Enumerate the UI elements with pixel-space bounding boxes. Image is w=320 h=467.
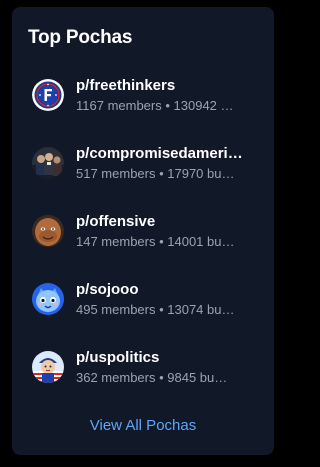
pocha-item-compromisedamerica[interactable]: p/compromisedameri… 517 members • 17970 …: [32, 135, 262, 191]
pocha-item-offensive[interactable]: p/offensive 147 members • 14001 bu…: [32, 203, 262, 259]
pocha-name: p/sojooo: [76, 281, 139, 298]
patriotic-cartoon-icon: [32, 351, 64, 383]
pocha-item-freethinkers[interactable]: p/freethinkers 1167 members • 130942 …: [32, 67, 262, 123]
pocha-stats: 147 members • 14001 bu…: [76, 234, 235, 249]
pocha-name: p/uspolitics: [76, 349, 160, 366]
blue-cartoon-icon: [32, 283, 64, 315]
face-photo-icon: [32, 215, 64, 247]
pocha-name: p/offensive: [76, 213, 156, 230]
pocha-item-sojooo[interactable]: p/sojooo 495 members • 13074 bu…: [32, 271, 262, 327]
pocha-item-uspolitics[interactable]: p/uspolitics 362 members • 9845 bu…: [32, 339, 262, 395]
group-photo-icon: [32, 147, 64, 179]
pocha-stats: 495 members • 13074 bu…: [76, 302, 235, 317]
pocha-stats: 362 members • 9845 bu…: [76, 370, 228, 385]
freethinkers-logo-icon: [32, 79, 64, 111]
pocha-name: p/freethinkers: [76, 77, 176, 94]
pocha-name: p/compromisedameri…: [76, 145, 243, 162]
pocha-stats: 1167 members • 130942 …: [76, 98, 234, 113]
card-title: Top Pochas: [28, 27, 133, 48]
top-pochas-card: Top Pochas p/freethinkers 1167 members •…: [12, 7, 274, 455]
view-all-pochas-link[interactable]: View All Pochas: [12, 417, 274, 434]
pocha-stats: 517 members • 17970 bu…: [76, 166, 235, 181]
